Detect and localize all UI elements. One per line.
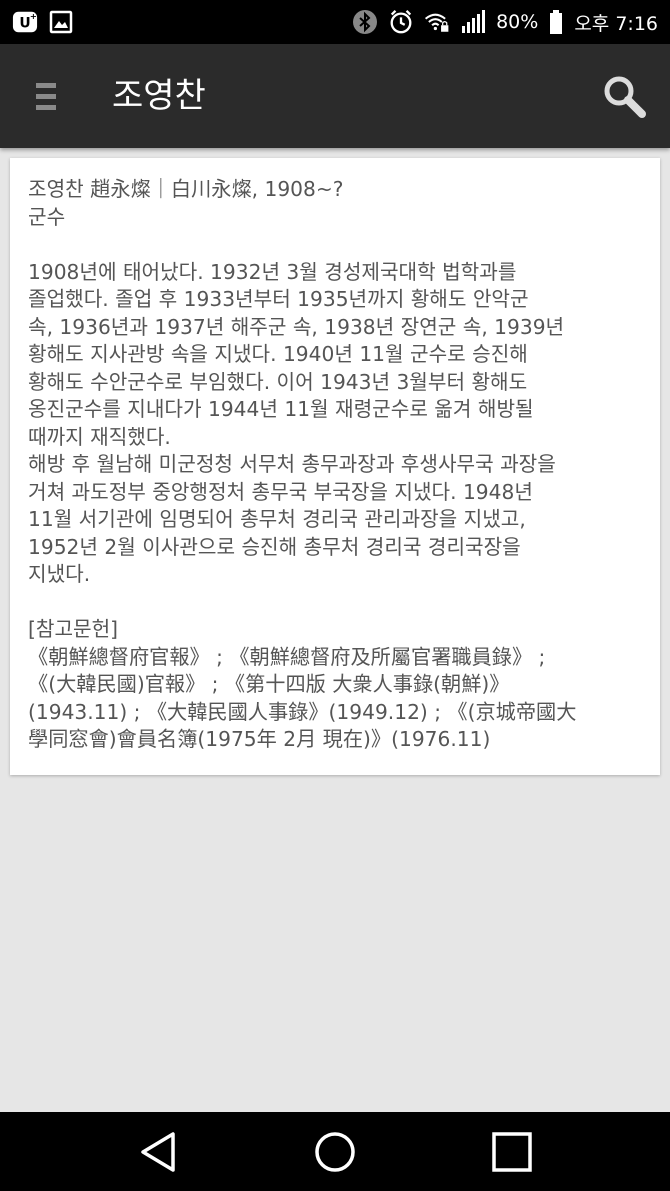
- entry-heading: 조영찬 趙永燦｜白川永燦, 1908~?: [28, 177, 344, 201]
- battery-icon: [548, 9, 564, 35]
- svg-text:+: +: [30, 11, 37, 21]
- search-icon[interactable]: [600, 72, 650, 122]
- biography-paragraph-2: 해방 후 월남해 미군정청 서무처 총무과장과 후생사무국 과장을 거쳐 과도정…: [28, 451, 640, 589]
- bluetooth-icon: [352, 9, 378, 35]
- page-title: 조영찬: [112, 76, 206, 116]
- text-line: 1952년 2월 이사관으로 승진해 총무처 경리국 경리국장을: [28, 534, 521, 559]
- status-bar-left: U +: [12, 6, 74, 38]
- status-bar: U + 80% 오후 7:16: [0, 0, 670, 44]
- hamburger-menu-icon[interactable]: [26, 74, 70, 118]
- battery-percent: 80%: [496, 11, 539, 33]
- text-line: 졸업했다. 졸업 후 1933년부터 1935년까지 황해도 안악군: [28, 287, 529, 311]
- alarm-icon: [388, 9, 414, 35]
- text-line: 지냈다.: [28, 562, 91, 586]
- entry-occupation: 군수: [28, 204, 66, 229]
- app-bar: 조영찬: [0, 44, 670, 148]
- clock: 오후 7:16: [574, 12, 658, 35]
- biography-paragraph-1: 1908년에 태어났다. 1932년 3월 경성제국대학 법학과를 졸업했다. …: [28, 259, 640, 452]
- back-triangle-icon[interactable]: [131, 1124, 187, 1180]
- references-list: 《朝鮮總督府官報》 ; 《朝鮮總督府及所屬官署職員錄》 ; 《(大韓民國)官報》…: [28, 644, 640, 754]
- text-line: 속, 1936년과 1937년 해주군 속, 1938년 장연군 속, 1939…: [28, 314, 565, 339]
- reference-line: 學同窓會)會員名簿(1975年 2月 現在)》(1976.11): [28, 727, 491, 751]
- entry-card: 조영찬 趙永燦｜白川永燦, 1908~? 군수 1908년에 태어났다. 193…: [10, 158, 660, 775]
- text-line: 1908년에 태어났다. 1932년 3월 경성제국대학 법학과를: [28, 259, 517, 284]
- wifi-lock-icon: [424, 9, 450, 35]
- text-line: 때까지 재직했다.: [28, 424, 171, 449]
- text-line: 거쳐 과도정부 중앙행정처 총무국 부국장을 지냈다. 1948년: [28, 479, 533, 504]
- text-line: 11월 서기관에 임명되어 총무처 경리국 관리과장을 지냈고,: [28, 507, 526, 531]
- status-bar-right: 80% 오후 7:16: [352, 6, 658, 38]
- reference-line: 《(大韓民國)官報》 ; 《第十四版 大衆人事錄(朝鮮)》: [28, 672, 510, 696]
- text-line: 황해도 지사관방 속을 지냈다. 1940년 11월 군수로 승진해: [28, 342, 528, 366]
- signal-icon: [460, 9, 486, 35]
- text-line: 옹진군수를 지내다가 1944년 11월 재령군수로 옮겨 해방될: [28, 397, 534, 421]
- text-line: 황해도 수안군수로 부임했다. 이어 1943년 3월부터 황해도: [28, 369, 528, 394]
- references-heading: [참고문헌]: [28, 617, 119, 641]
- reference-line: (1943.11) ; 《大韓民國人事錄》(1949.12) ; 《(京城帝國大: [28, 699, 577, 724]
- image-notification-icon: [48, 9, 74, 35]
- system-nav-bar: [0, 1112, 670, 1191]
- reference-line: 《朝鮮總督府官報》 ; 《朝鮮總督府及所屬官署職員錄》 ;: [28, 644, 546, 669]
- u-plus-icon: U +: [12, 9, 38, 35]
- text-line: 해방 후 월남해 미군정청 서무처 총무과장과 후생사무국 과장을: [28, 452, 556, 476]
- recents-square-icon[interactable]: [484, 1124, 540, 1180]
- home-circle-icon[interactable]: [307, 1124, 363, 1180]
